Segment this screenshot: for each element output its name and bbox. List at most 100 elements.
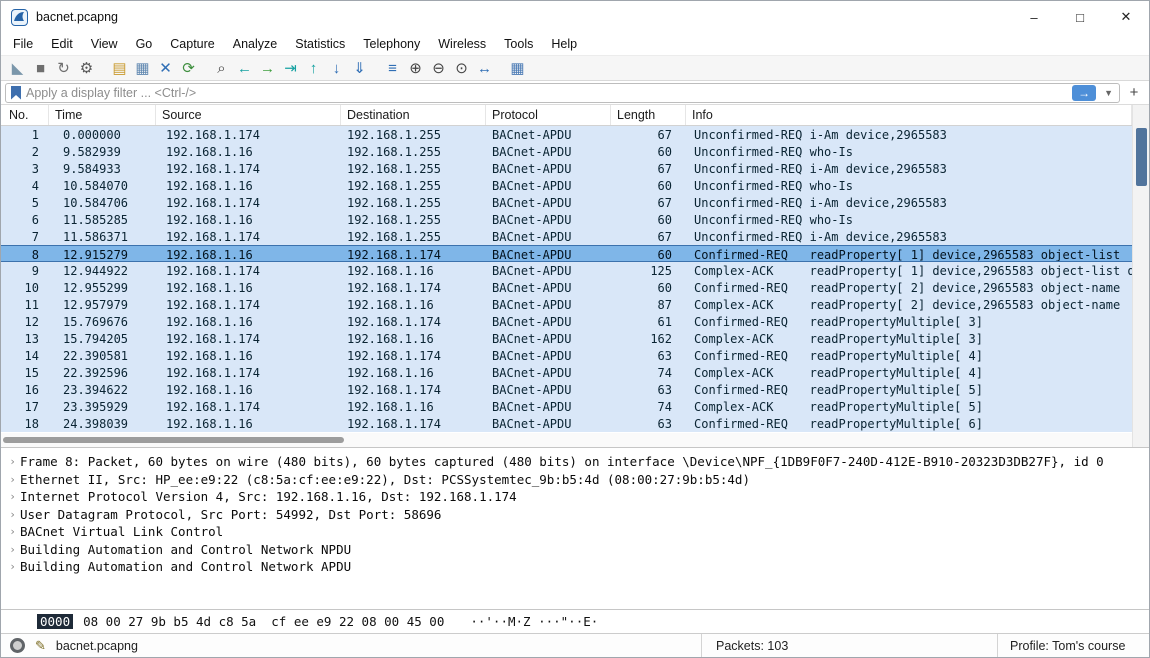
go-to-packet-icon[interactable]: ⇥ <box>279 57 302 79</box>
maximize-button[interactable]: □ <box>1057 1 1103 33</box>
go-forward-icon[interactable]: → <box>256 57 279 79</box>
capture-options-icon[interactable]: ⚙ <box>75 57 98 79</box>
packet-row[interactable]: 912.944922192.168.1.174192.168.1.16BACne… <box>1 262 1132 279</box>
column-header-no[interactable]: No. <box>1 105 49 125</box>
packet-row[interactable]: 812.915279192.168.1.16192.168.1.174BACne… <box>1 245 1132 262</box>
packet-row[interactable]: 1315.794205192.168.1.174192.168.1.16BACn… <box>1 330 1132 347</box>
packet-details: ›Frame 8: Packet, 60 bytes on wire (480 … <box>1 447 1149 609</box>
menu-wireless[interactable]: Wireless <box>429 35 495 53</box>
auto-scroll-icon[interactable]: ⇓ <box>348 57 371 79</box>
menu-statistics[interactable]: Statistics <box>286 35 354 53</box>
expand-chevron-icon[interactable]: › <box>5 560 20 573</box>
detail-line[interactable]: ›User Datagram Protocol, Src Port: 54992… <box>5 506 1149 524</box>
menu-tools[interactable]: Tools <box>495 35 542 53</box>
expand-chevron-icon[interactable]: › <box>5 490 20 503</box>
expand-chevron-icon[interactable]: › <box>5 525 20 538</box>
filter-dropdown-icon[interactable]: ▼ <box>1101 88 1116 98</box>
zoom-in-icon[interactable]: ⊕ <box>404 57 427 79</box>
packet-row[interactable]: 1112.957979192.168.1.174192.168.1.16BACn… <box>1 296 1132 313</box>
packet-row[interactable]: 1723.395929192.168.1.174192.168.1.16BACn… <box>1 398 1132 415</box>
expand-chevron-icon[interactable]: › <box>5 455 20 468</box>
display-columns-icon[interactable]: ▦ <box>506 57 529 79</box>
menu-view[interactable]: View <box>82 35 127 53</box>
capture-comment-icon[interactable]: ✎ <box>35 638 46 654</box>
go-last-packet-icon[interactable]: ↓ <box>325 57 348 79</box>
packet-row[interactable]: 1012.955299192.168.1.16192.168.1.174BACn… <box>1 279 1132 296</box>
display-filter-input[interactable] <box>26 86 1067 100</box>
start-capture-icon[interactable]: ◣ <box>6 57 29 79</box>
minimize-button[interactable]: – <box>1011 1 1057 33</box>
packet-row[interactable]: 611.585285192.168.1.16192.168.1.255BACne… <box>1 211 1132 228</box>
column-header-length[interactable]: Length <box>611 105 686 125</box>
cell-no: 6 <box>1 211 49 228</box>
colorize-packets-icon[interactable]: ≡ <box>381 57 404 79</box>
find-packet-icon[interactable]: ⌕ <box>210 57 233 79</box>
horizontal-scrollbar-thumb[interactable] <box>3 437 344 443</box>
menu-analyze[interactable]: Analyze <box>224 35 286 53</box>
expand-chevron-icon[interactable]: › <box>5 473 20 486</box>
cell-info: Complex-ACK readPropertyMultiple[ 3] <box>686 330 1132 347</box>
hex-bytes: 08 00 27 9b b5 4d c8 5a cf ee e9 22 08 0… <box>83 614 444 629</box>
menu-edit[interactable]: Edit <box>42 35 82 53</box>
vertical-scrollbar[interactable] <box>1132 105 1149 447</box>
detail-line[interactable]: ›Building Automation and Control Network… <box>5 558 1149 576</box>
packet-count-label: Packets: 103 <box>716 639 788 653</box>
menu-help[interactable]: Help <box>542 35 586 53</box>
vertical-scrollbar-thumb[interactable] <box>1136 128 1147 186</box>
column-header-info[interactable]: Info <box>686 105 1132 125</box>
cell-source: 192.168.1.16 <box>156 177 341 194</box>
detail-line[interactable]: ›Frame 8: Packet, 60 bytes on wire (480 … <box>5 453 1149 471</box>
expert-info-icon[interactable] <box>10 638 25 653</box>
packet-bytes-pane[interactable]: 0000 08 00 27 9b b5 4d c8 5a cf ee e9 22… <box>1 609 1149 633</box>
filter-bar: → ▼ + <box>1 81 1149 105</box>
packet-row[interactable]: 510.584706192.168.1.174192.168.1.255BACn… <box>1 194 1132 211</box>
resize-columns-icon[interactable]: ↔ <box>473 57 496 79</box>
go-back-icon[interactable]: ← <box>233 57 256 79</box>
reload-file-icon[interactable]: ⟳ <box>177 57 200 79</box>
cell-no: 12 <box>1 313 49 330</box>
horizontal-scrollbar[interactable] <box>1 433 1132 447</box>
packet-row[interactable]: 711.586371192.168.1.174192.168.1.255BACn… <box>1 228 1132 245</box>
expand-chevron-icon[interactable]: › <box>5 543 20 556</box>
status-profile-section[interactable]: Profile: Tom's course <box>997 634 1149 657</box>
packet-row[interactable]: 1623.394622192.168.1.16192.168.1.174BACn… <box>1 381 1132 398</box>
display-filter-field[interactable]: → ▼ <box>5 83 1120 103</box>
add-filter-button-plus[interactable]: + <box>1124 83 1144 103</box>
packet-row[interactable]: 29.582939192.168.1.16192.168.1.255BACnet… <box>1 143 1132 160</box>
expand-chevron-icon[interactable]: › <box>5 508 20 521</box>
packet-row[interactable]: 1422.390581192.168.1.16192.168.1.174BACn… <box>1 347 1132 364</box>
stop-capture-icon[interactable]: ■ <box>29 57 52 79</box>
zoom-out-icon[interactable]: ⊖ <box>427 57 450 79</box>
save-file-icon[interactable]: ▦ <box>131 57 154 79</box>
packet-row[interactable]: 1522.392596192.168.1.174192.168.1.16BACn… <box>1 364 1132 381</box>
menu-telephony[interactable]: Telephony <box>354 35 429 53</box>
restart-capture-icon[interactable]: ↻ <box>52 57 75 79</box>
detail-line[interactable]: ›BACnet Virtual Link Control <box>5 523 1149 541</box>
cell-source: 192.168.1.16 <box>156 211 341 228</box>
cell-no: 9 <box>1 262 49 279</box>
packet-row[interactable]: 1215.769676192.168.1.16192.168.1.174BACn… <box>1 313 1132 330</box>
column-header-time[interactable]: Time <box>49 105 156 125</box>
close-button[interactable]: ✕ <box>1103 1 1149 33</box>
detail-line[interactable]: ›Ethernet II, Src: HP_ee:e9:22 (c8:5a:cf… <box>5 471 1149 489</box>
detail-line[interactable]: ›Internet Protocol Version 4, Src: 192.1… <box>5 488 1149 506</box>
packet-row[interactable]: 1824.398039192.168.1.16192.168.1.174BACn… <box>1 415 1132 432</box>
go-first-packet-icon[interactable]: ↑ <box>302 57 325 79</box>
bookmark-icon[interactable] <box>11 86 21 100</box>
column-header-protocol[interactable]: Protocol <box>486 105 611 125</box>
menu-file[interactable]: File <box>4 35 42 53</box>
open-file-icon[interactable]: ▤ <box>108 57 131 79</box>
menu-go[interactable]: Go <box>127 35 162 53</box>
packet-row[interactable]: 10.000000192.168.1.174192.168.1.255BACne… <box>1 126 1132 143</box>
cell-time: 22.392596 <box>49 364 156 381</box>
menu-capture[interactable]: Capture <box>161 35 223 53</box>
apply-filter-button[interactable]: → <box>1072 85 1096 101</box>
cell-time: 15.769676 <box>49 313 156 330</box>
packet-row[interactable]: 39.584933192.168.1.174192.168.1.255BACne… <box>1 160 1132 177</box>
detail-line[interactable]: ›Building Automation and Control Network… <box>5 541 1149 559</box>
column-header-source[interactable]: Source <box>156 105 341 125</box>
zoom-reset-icon[interactable]: ⊙ <box>450 57 473 79</box>
column-header-destination[interactable]: Destination <box>341 105 486 125</box>
close-file-icon[interactable]: ✕ <box>154 57 177 79</box>
packet-row[interactable]: 410.584070192.168.1.16192.168.1.255BACne… <box>1 177 1132 194</box>
